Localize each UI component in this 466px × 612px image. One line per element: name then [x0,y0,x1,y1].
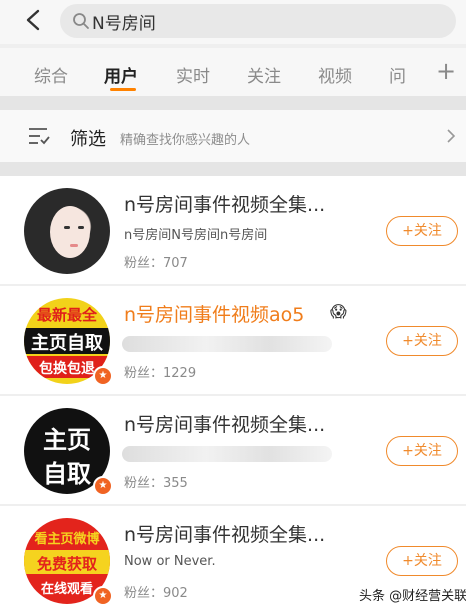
emoji-icon: 😱 [330,302,347,321]
user-name[interactable]: n号房间事件视频全集... [124,520,325,547]
watermark: 头条 @财经营关联 [356,584,466,605]
avatar[interactable] [24,188,110,274]
avatar-text-line: 最新最全 [36,306,97,324]
divider [0,162,466,176]
verified-badge-icon: ★ [93,586,113,606]
verified-badge-icon: ★ [93,366,113,386]
fans-count: 粉丝：902 [124,586,188,601]
avatar-text-line: 看主页微博 [34,532,100,547]
back-arrow-icon[interactable] [22,8,46,32]
user-name[interactable]: n号房间事件视频全集... [124,410,325,437]
filter-icon [29,128,50,145]
user-card[interactable]: 主页 自取 ★ n号房间事件视频全集... 粉丝：355 +关注 [0,396,466,504]
tab-realtime[interactable]: 实时 [176,62,210,87]
divider [0,96,466,110]
tab-following[interactable]: 关注 [247,62,281,87]
tab-questions[interactable]: 问 [389,62,406,87]
blurred-description [122,446,332,462]
fans-count: 粉丝：355 [124,476,188,491]
verified-badge-icon: ★ [93,476,113,496]
tab-video[interactable]: 视频 [318,62,352,87]
blurred-description [122,336,332,352]
filter-row[interactable]: 筛选 精确查找你感兴趣的人 [0,110,466,162]
fans-count: 粉丝：707 [124,256,188,271]
follow-button[interactable]: +关注 [386,436,458,466]
chevron-right-icon [447,129,456,143]
follow-button[interactable]: +关注 [386,216,458,246]
avatar-text-line: 主页自取 [31,333,103,354]
user-card[interactable]: 最新最全 主页自取 包换包退 ★ n号房间事件视频ao5 😱 粉丝：1229 +… [0,286,466,394]
fans-count: 粉丝：1229 [124,366,197,381]
tab-comprehensive[interactable]: 综合 [34,62,68,87]
user-name[interactable]: n号房间事件视频全集... [124,190,325,217]
filter-description: 精确查找你感兴趣的人 [120,133,251,148]
active-tab-indicator [110,88,136,91]
follow-button[interactable]: +关注 [386,546,458,576]
avatar-text-line: 免费获取 [36,555,97,573]
avatar-text-line: 主页 [43,426,91,454]
user-name[interactable]: n号房间事件视频ao5 [124,300,304,327]
follow-button[interactable]: +关注 [386,326,458,356]
user-card[interactable]: n号房间事件视频全集... n号房间N号房间n号房间 粉丝：707 +关注 [0,176,466,284]
filter-label: 筛选 [70,129,106,150]
add-tab-icon[interactable]: + [436,57,456,85]
search-header: N号房间 [0,0,466,44]
search-query-text: N号房间 [92,14,156,34]
tab-users[interactable]: 用户 [104,62,138,87]
search-input[interactable]: N号房间 [60,4,456,38]
search-icon [73,13,89,29]
search-tabs: 综合 用户 实时 关注 视频 问 + [0,48,466,96]
user-description: n号房间N号房间n号房间 [124,228,268,243]
user-description: Now or Never. [124,554,216,569]
